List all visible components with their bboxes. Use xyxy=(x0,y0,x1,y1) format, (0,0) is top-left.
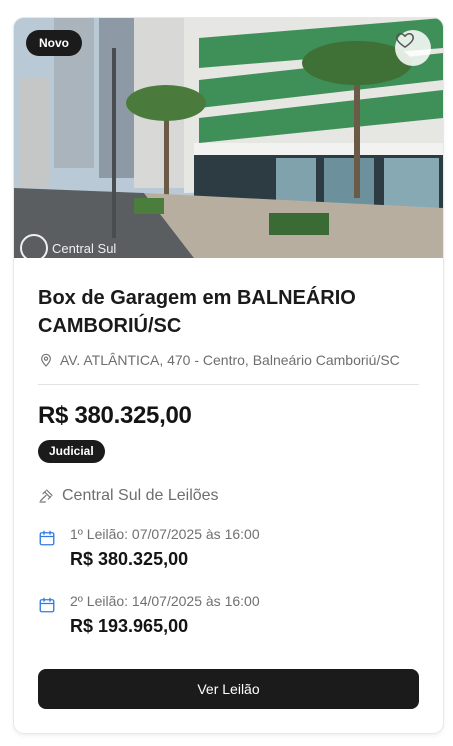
judicial-tag: Judicial xyxy=(38,440,105,463)
round-1-date: 1º Leilão: 07/07/2025 às 16:00 xyxy=(70,526,260,542)
view-auction-button[interactable]: Ver Leilão xyxy=(38,669,419,709)
listing-card[interactable]: Novo Central Sul Box de Garagem em BALNE… xyxy=(14,18,443,733)
round-1-price: R$ 380.325,00 xyxy=(70,549,189,569)
listing-price: R$ 380.325,00 xyxy=(38,402,192,429)
favorite-button[interactable] xyxy=(395,30,431,66)
address: AV. ATLÂNTICA, 470 - Centro, Balneário C… xyxy=(38,352,419,368)
divider xyxy=(38,384,419,385)
heart-outline-icon xyxy=(396,33,414,48)
round-2-price: R$ 193.965,00 xyxy=(70,616,189,636)
map-pin-icon xyxy=(41,353,51,367)
address-text: AV. ATLÂNTICA, 470 - Centro, Balneário C… xyxy=(60,352,400,368)
photo-watermark: Central Sul xyxy=(20,234,116,258)
watermark-text: Central Sul xyxy=(52,240,117,256)
round-2-date: 2º Leilão: 14/07/2025 às 16:00 xyxy=(70,593,260,609)
new-badge: Novo xyxy=(26,30,82,56)
listing-title[interactable]: Box de Garagem em BALNEÁRIO CAMBORIÚ/SC xyxy=(38,284,419,340)
watermark-logo xyxy=(20,234,48,258)
auctioneer-name: Central Sul de Leilões xyxy=(62,487,219,504)
calendar-icon xyxy=(39,530,55,546)
auction-round-1: 1º Leilão: 07/07/2025 às 16:00 R$ 380.32… xyxy=(38,525,419,570)
calendar-icon xyxy=(39,597,55,613)
auction-round-2: 2º Leilão: 14/07/2025 às 16:00 R$ 193.96… xyxy=(38,592,419,637)
listing-photo[interactable]: Novo Central Sul xyxy=(14,18,443,258)
street-view-image xyxy=(14,18,443,258)
gavel-icon xyxy=(39,489,53,503)
listing-details: Box de Garagem em BALNEÁRIO CAMBORIÚ/SC … xyxy=(38,258,419,637)
auctioneer: Central Sul de Leilões xyxy=(38,487,419,505)
